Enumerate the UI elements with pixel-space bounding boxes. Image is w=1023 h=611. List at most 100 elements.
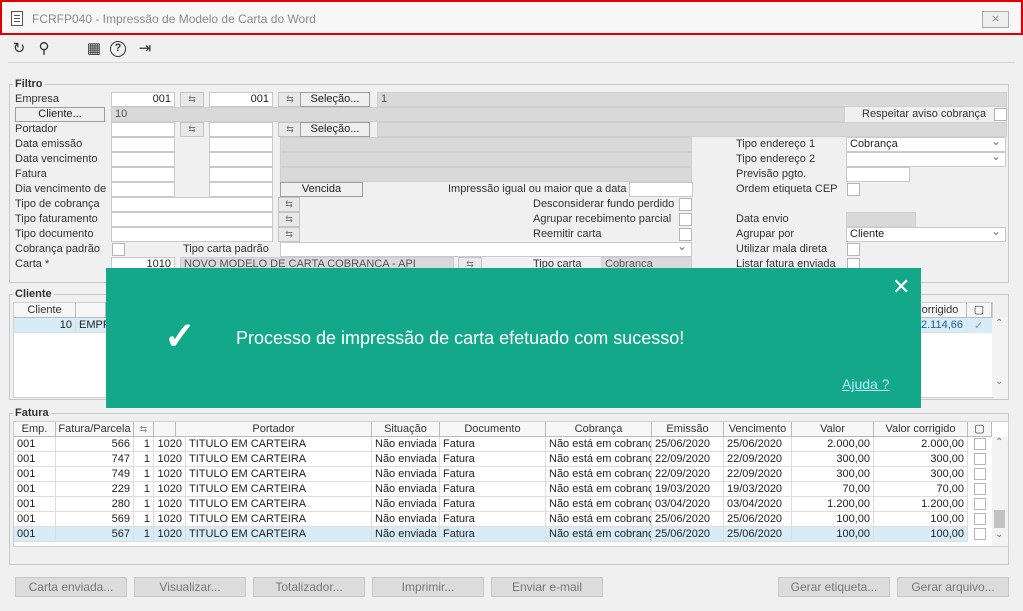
refresh-icon[interactable]: ↻ [10,40,28,58]
empresa-to-input[interactable]: 001 [209,92,273,107]
col-valor[interactable]: Valor [792,422,874,437]
scroll-thumb[interactable] [994,510,1005,528]
tipo-carta-padrao-select[interactable] [280,240,692,257]
gerar-arquivo-button[interactable]: Gerar arquivo... [897,577,1009,597]
lookup-portador-from-icon[interactable]: ⇆ [180,122,204,137]
col-blank[interactable] [154,422,176,437]
col-select-all-fatura[interactable]: ▢ [968,422,992,437]
tipo-endereco2-select[interactable] [846,150,1006,167]
cell-emp: 001 [14,512,56,527]
portador-to-input[interactable] [209,122,273,137]
col-situacao[interactable]: Situação [372,422,440,437]
desconsiderar-checkbox[interactable] [679,198,692,211]
col-valor-corrigido[interactable]: Valor corrigido [874,422,968,437]
table-row[interactable]: 001 280 1 1020 TITULO EM CARTEIRA Não enviada… [14,497,992,512]
selecao-empresa-button[interactable]: Seleção... [300,92,370,107]
lookup-tipo-documento-icon[interactable]: ⇆ [278,227,300,242]
col-nome[interactable] [76,303,106,318]
calendar-icon[interactable]: ▦ [85,40,103,58]
agrupar-por-select[interactable]: Cliente [846,225,1006,242]
cliente-button[interactable]: Cliente... [15,107,105,122]
scroll-down-icon[interactable]: ⌄ [995,529,1003,540]
lookup-empresa-from-icon[interactable]: ⇆ [180,92,204,107]
respeitar-aviso-checkbox[interactable] [994,108,1007,121]
col-sort-icon[interactable]: ⇆ [134,422,154,437]
lookup-tipo-faturamento-icon[interactable]: ⇆ [278,212,300,227]
cliente-scrollbar[interactable]: ⌃ ⌄ [992,318,1008,397]
vencida-button[interactable]: Vencida [280,182,363,197]
col-emissao[interactable]: Emissão [652,422,724,437]
carta-enviada-button[interactable]: Carta enviada... [15,577,127,597]
col-cobranca[interactable]: Cobrança [546,422,652,437]
row-checkbox[interactable] [974,528,986,540]
col-cliente[interactable]: Cliente [14,303,76,318]
enviar-email-button[interactable]: Enviar e-mail [491,577,603,597]
help-link[interactable]: Ajuda ? [842,376,889,392]
selecao-portador-button[interactable]: Seleção... [300,122,370,137]
table-row[interactable]: 001 229 1 1020 TITULO EM CARTEIRA Não enviada… [14,482,992,497]
tipo-documento-input[interactable] [111,227,273,242]
mala-direta-checkbox[interactable] [847,243,860,256]
row-checkbox[interactable] [974,498,986,510]
dia-vencimento-to[interactable] [209,182,273,197]
col-emp[interactable]: Emp. [14,422,56,437]
portador-from-input[interactable] [111,122,175,137]
col-corrigido[interactable]: orrigido [914,303,967,318]
table-row[interactable]: 001 749 1 1020 TITULO EM CARTEIRA Não enviada… [14,467,992,482]
table-row[interactable]: 001 567 1 1020 TITULO EM CARTEIRA Não enviada… [14,527,992,542]
row-checkbox[interactable] [974,483,986,495]
scroll-up-icon[interactable]: ⌃ [995,318,1003,329]
previsao-input[interactable] [846,167,910,182]
col-vencimento[interactable]: Vencimento [724,422,792,437]
cell-fatura: 567 [56,527,134,542]
imprimir-button[interactable]: Imprimir... [372,577,484,597]
visualizar-button[interactable]: Visualizar... [134,577,246,597]
cell-emp: 001 [14,452,56,467]
scroll-down-icon[interactable]: ⌄ [995,376,1003,387]
row-checkbox[interactable] [974,468,986,480]
ordem-etiqueta-checkbox[interactable] [847,183,860,196]
data-emissao-from[interactable] [111,137,175,152]
cell-port-code: 1020 [154,467,186,482]
fatura-from[interactable] [111,167,175,182]
cobranca-padrao-checkbox[interactable] [112,243,125,256]
empresa-from-input[interactable]: 001 [111,92,175,107]
row-checkbox[interactable] [974,513,986,525]
dia-vencimento-from[interactable] [111,182,175,197]
fatura-desc [280,167,692,182]
data-vencimento-to[interactable] [209,152,273,167]
cell-vencimento: 03/04/2020 [724,497,792,512]
col-documento[interactable]: Documento [440,422,546,437]
scroll-up-icon[interactable]: ⌃ [995,437,1003,448]
row-checkbox[interactable] [974,453,986,465]
row-checkbox[interactable] [974,438,986,450]
gerar-etiqueta-button[interactable]: Gerar etiqueta... [778,577,890,597]
tipo-faturamento-input[interactable] [111,212,273,227]
search-icon[interactable]: ⚲ [35,40,53,58]
table-row[interactable]: 001 566 1 1020 TITULO EM CARTEIRA Não enviada… [14,437,992,452]
tipo-cobranca-input[interactable] [111,197,273,212]
data-emissao-to[interactable] [209,137,273,152]
exit-icon[interactable]: ⇥ [136,40,154,58]
window-close-button[interactable]: ⨯ [982,11,1009,28]
lookup-portador-to-icon[interactable]: ⇆ [278,122,302,137]
col-fatura-parcela[interactable]: Fatura/Parcela [56,422,134,437]
close-icon[interactable]: ✕ [892,274,910,300]
lookup-tipo-cobranca-icon[interactable]: ⇆ [278,197,300,212]
fatura-grid: Emp. Fatura/Parcela ⇆ Portador Situação … [13,421,1009,547]
col-portador[interactable]: Portador [176,422,372,437]
totalizador-button[interactable]: Totalizador... [253,577,365,597]
table-row[interactable]: 001 569 1 1020 TITULO EM CARTEIRA Não enviada… [14,512,992,527]
tipo-endereco1-select[interactable]: Cobrança [846,135,1006,152]
impressao-data-input[interactable] [629,182,693,197]
fatura-scrollbar[interactable]: ⌃ ⌄ [992,437,1008,546]
cliente-row-check-icon[interactable]: ✓ [974,319,983,332]
agrupar-recebimento-checkbox[interactable] [679,213,692,226]
toolbar-separator [8,62,1015,63]
col-select-all[interactable]: ▢ [967,303,992,318]
lookup-empresa-to-icon[interactable]: ⇆ [278,92,302,107]
data-vencimento-from[interactable] [111,152,175,167]
table-row[interactable]: 001 747 1 1020 TITULO EM CARTEIRA Não enviada… [14,452,992,467]
help-icon[interactable]: ? [110,41,126,57]
fatura-to[interactable] [209,167,273,182]
